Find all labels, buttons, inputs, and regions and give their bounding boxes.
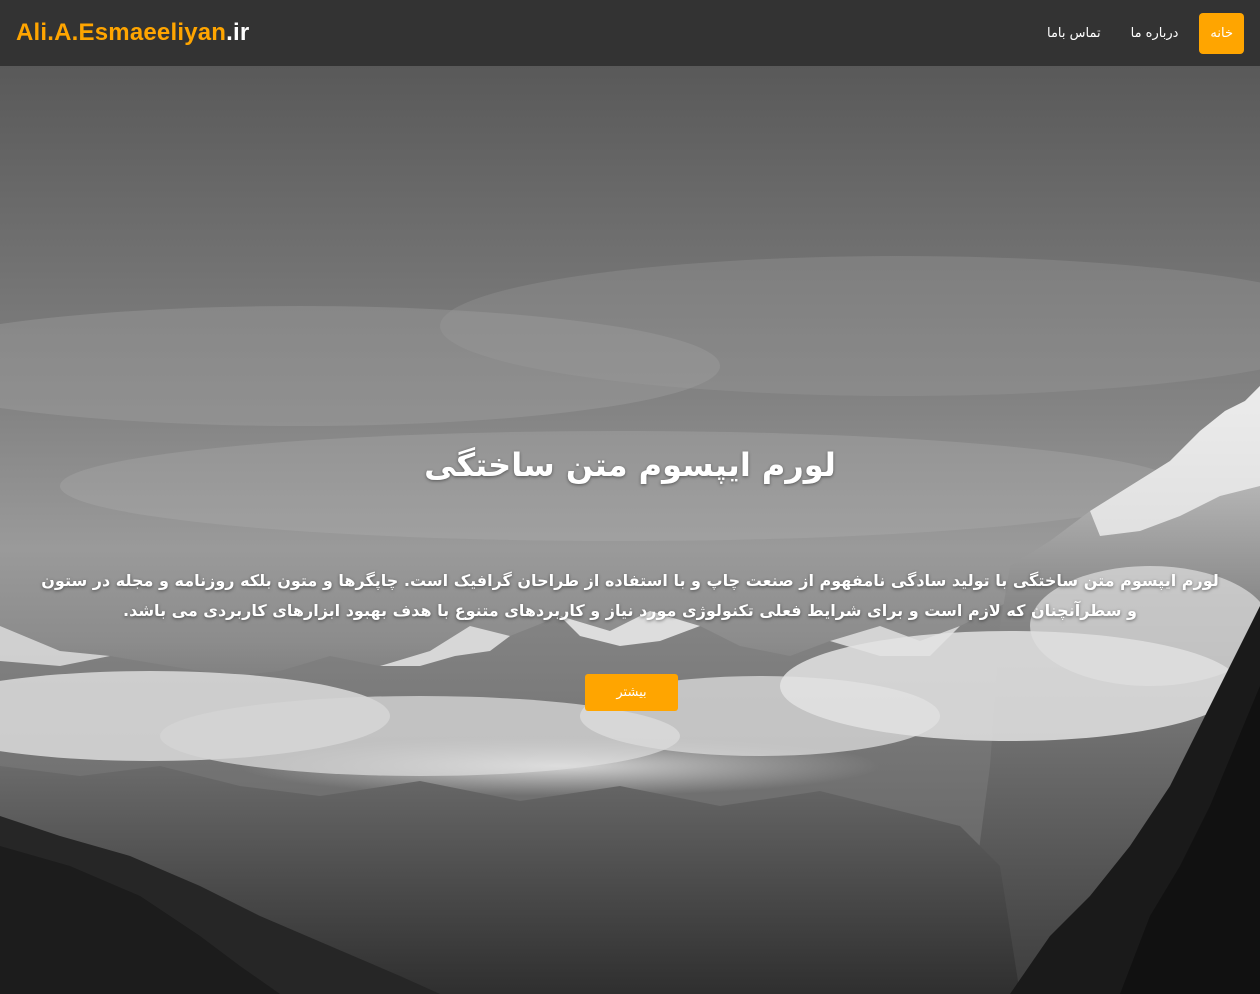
top-navbar: Ali.A.Esmaeeliyan.ir تماس باما درباره ما… [0, 0, 1260, 66]
nav-menu: تماس باما درباره ما خانه [1032, 12, 1244, 54]
brand-domain: .ir [226, 19, 250, 46]
site-brand-logo[interactable]: Ali.A.Esmaeeliyan.ir [16, 19, 249, 47]
brand-name: Ali.A.Esmaeeliyan [16, 19, 227, 46]
nav-link-home[interactable]: خانه [1199, 12, 1244, 54]
nav-link-contact[interactable]: تماس باما [1032, 14, 1116, 53]
nav-link-about[interactable]: درباره ما [1116, 14, 1194, 53]
more-button[interactable]: بیشتر [585, 674, 678, 711]
hero-content: لورم ایپسوم متن ساختگی لورم ایپسوم متن س… [0, 66, 1260, 994]
hero-title: لورم ایپسوم متن ساختگی [424, 446, 836, 484]
hero-description: لورم ایپسوم متن ساختگی با تولید سادگی نا… [41, 571, 1219, 620]
hero-section: لورم ایپسوم متن ساختگی لورم ایپسوم متن س… [0, 66, 1260, 994]
